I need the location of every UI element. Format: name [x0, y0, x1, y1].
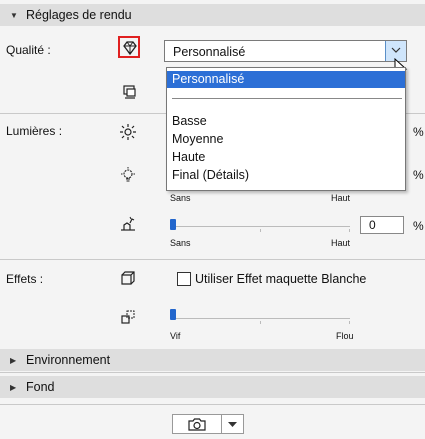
- collapsed-triangle-icon: ▶: [10, 382, 17, 392]
- quality-option-low[interactable]: Basse: [167, 113, 405, 130]
- light3-slider-thumb[interactable]: [170, 219, 176, 230]
- quality-option-custom[interactable]: Personnalisé: [167, 71, 405, 88]
- lights-label: Lumières :: [6, 124, 63, 138]
- section-header-background[interactable]: ▶ Fond: [0, 376, 425, 398]
- section-title: Réglages de rendu: [26, 8, 132, 22]
- light3-max-label: Haut: [331, 238, 351, 248]
- white-model-checkbox-label[interactable]: Utiliser Effet maquette Blanche: [195, 272, 366, 286]
- light3-unit: %: [413, 219, 424, 233]
- section-title: Environnement: [26, 353, 111, 367]
- light3-value-input[interactable]: 0: [360, 216, 404, 234]
- blur-slider-track[interactable]: [170, 318, 350, 319]
- diamond-icon: [120, 38, 140, 58]
- camera-icon[interactable]: [187, 417, 207, 432]
- light2-max-label: Haut: [331, 193, 351, 203]
- section-header-environment[interactable]: ▶ Environnement: [0, 349, 425, 371]
- quality-label: Qualité :: [6, 43, 51, 57]
- light2-unit: %: [413, 168, 424, 182]
- light1-unit: %: [413, 125, 424, 139]
- collapsed-triangle-icon: ▶: [10, 355, 17, 365]
- cube-icon: [118, 268, 138, 288]
- chevron-down-icon[interactable]: [228, 422, 237, 427]
- effects-label: Effets :: [6, 272, 44, 286]
- blur-squares-icon: [118, 307, 138, 327]
- slider-tick: [260, 229, 261, 232]
- blur-slider-thumb[interactable]: [170, 309, 176, 320]
- divider: [0, 372, 425, 373]
- quality-select-value: Personnalisé: [173, 45, 246, 59]
- quality-option-high[interactable]: Haute: [167, 149, 405, 166]
- chevron-down-icon: [391, 47, 401, 53]
- section-title: Fond: [26, 380, 55, 394]
- divider: [0, 259, 425, 260]
- camera-button-group[interactable]: [172, 414, 244, 434]
- quality-select[interactable]: Personnalisé: [164, 40, 407, 62]
- bulb-icon: [118, 165, 138, 185]
- hand-lamp-icon: [118, 214, 138, 234]
- dropdown-separator: [172, 98, 402, 99]
- render-preview-icon[interactable]: [120, 82, 140, 102]
- light2-min-label: Sans: [170, 193, 191, 203]
- quality-option-medium[interactable]: Moyenne: [167, 131, 405, 148]
- light3-slider-track[interactable]: [170, 226, 350, 227]
- slider-tick: [349, 229, 350, 232]
- light3-min-label: Sans: [170, 238, 191, 248]
- quality-option-final[interactable]: Final (Détails): [167, 167, 405, 184]
- render-settings-panel: ▼ Réglages de rendu Qualité : Personnali…: [0, 0, 425, 439]
- sun-icon: [118, 122, 138, 142]
- expanded-triangle-icon: ▼: [10, 10, 18, 20]
- button-divider: [221, 415, 222, 433]
- slider-tick: [260, 321, 261, 324]
- white-model-checkbox[interactable]: [177, 272, 191, 286]
- slider-tick: [349, 321, 350, 324]
- section-header-render[interactable]: ▼ Réglages de rendu: [0, 4, 425, 26]
- blur-max-label: Flou: [336, 331, 354, 341]
- quality-dropdown-list[interactable]: Personnalisé Basse Moyenne Haute Final (…: [166, 67, 406, 191]
- blur-min-label: Vif: [170, 331, 181, 341]
